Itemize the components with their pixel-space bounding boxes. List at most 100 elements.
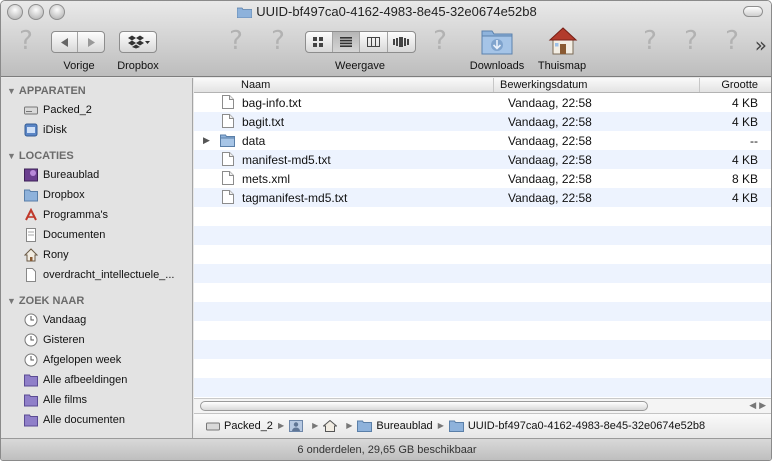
- path-item-desktop[interactable]: Bureaublad: [357, 419, 433, 432]
- file-row[interactable]: bag-info.txt Vandaag, 22:58 4 KB: [194, 93, 771, 112]
- file-row[interactable]: manifest-md5.txt Vandaag, 22:58 4 KB: [194, 150, 771, 169]
- forward-button[interactable]: [78, 32, 104, 52]
- toolbar: UUID-bf497ca0-4162-4983-8e45-32e0674e52b…: [1, 1, 771, 77]
- empty-row: [194, 340, 771, 359]
- downloads-folder-icon: [481, 30, 513, 55]
- dropbox-button[interactable]: [119, 31, 157, 53]
- text-file-icon: [222, 152, 234, 166]
- sidebar-item-all-documents[interactable]: Alle documenten: [1, 410, 192, 430]
- missing-item-icon[interactable]: ?: [225, 27, 247, 55]
- home-label: Thuismap: [537, 60, 587, 72]
- folder-row[interactable]: ▶ data Vandaag, 22:58 --: [194, 131, 771, 150]
- column-view-icon: [366, 37, 380, 47]
- file-date: Vandaag, 22:58: [508, 171, 592, 186]
- missing-item-icon[interactable]: ?: [15, 27, 37, 55]
- missing-item-icon[interactable]: ?: [721, 27, 743, 55]
- toolbar-overflow-button[interactable]: »: [755, 33, 767, 57]
- file-name: mets.xml: [242, 171, 290, 186]
- horizontal-scrollbar[interactable]: ◀ ▶: [194, 398, 771, 413]
- empty-row: [194, 378, 771, 397]
- sidebar-section-places[interactable]: ▼ LOCATIES: [1, 147, 192, 165]
- clock-icon: [24, 313, 38, 327]
- sidebar-item-label: iDisk: [43, 124, 67, 136]
- file-date: Vandaag, 22:58: [508, 114, 592, 129]
- back-button[interactable]: [52, 32, 79, 52]
- sidebar-item-dropbox[interactable]: Dropbox: [1, 185, 192, 205]
- folder-icon: [448, 420, 464, 432]
- disclosure-triangle-icon[interactable]: ▶: [203, 135, 210, 146]
- column-header-date[interactable]: Bewerkingsdatum: [494, 78, 700, 92]
- sidebar-item-label: Packed_2: [43, 104, 92, 116]
- smart-folder-icon: [24, 374, 38, 387]
- column-header-name[interactable]: Naam: [194, 78, 494, 92]
- path-separator-icon: ▶: [346, 421, 353, 430]
- file-row[interactable]: tagmanifest-md5.txt Vandaag, 22:58 4 KB: [194, 188, 771, 207]
- sidebar-item-desktop[interactable]: Bureaublad: [1, 165, 192, 185]
- list-view-icon: [339, 37, 352, 47]
- path-item-user[interactable]: [289, 419, 307, 432]
- path-item-label: Packed_2: [224, 419, 273, 432]
- column-header-size[interactable]: Grootte: [700, 78, 771, 92]
- sidebar-item-applications[interactable]: Programma's: [1, 205, 192, 225]
- clock-icon: [24, 353, 38, 367]
- scroll-arrows[interactable]: ◀ ▶: [749, 399, 766, 413]
- sidebar-item-documents[interactable]: Documenten: [1, 225, 192, 245]
- list-view-button[interactable]: [332, 32, 361, 52]
- empty-row: [194, 245, 771, 264]
- sidebar-item-label: Vandaag: [43, 314, 87, 326]
- file-row[interactable]: mets.xml Vandaag, 22:58 8 KB: [194, 169, 771, 188]
- sidebar-item-packed-2[interactable]: Packed_2: [1, 100, 192, 120]
- user-icon: [289, 419, 304, 432]
- smart-folder-icon: [24, 394, 38, 407]
- column-view-button[interactable]: [360, 32, 388, 52]
- path-item-home[interactable]: [323, 419, 341, 432]
- status-text: 6 onderdelen, 29,65 GB beschikbaar: [297, 444, 477, 456]
- path-item-current-folder[interactable]: UUID-bf497ca0-4162-4983-8e45-32e0674e52b…: [448, 420, 705, 432]
- desktop-icon: [24, 168, 38, 182]
- xml-file-icon: [222, 171, 234, 185]
- smart-folder-icon: [24, 414, 38, 427]
- sidebar-item-label: Documenten: [43, 229, 106, 241]
- path-separator-icon: ▶: [277, 421, 285, 430]
- chevron-left-icon: [60, 37, 68, 47]
- file-size: 4 KB: [731, 190, 758, 205]
- file-name: data: [242, 133, 266, 148]
- home-icon: [323, 419, 338, 432]
- sidebar-item-all-images[interactable]: Alle afbeeldingen: [1, 370, 192, 390]
- sidebar-item-today[interactable]: Vandaag: [1, 310, 192, 330]
- missing-item-icon[interactable]: ?: [639, 27, 661, 55]
- empty-row: [194, 321, 771, 340]
- sidebar-section-devices[interactable]: ▼ APPARATEN: [1, 82, 192, 100]
- sidebar-item-overdracht[interactable]: overdracht_intellectuele_...: [1, 265, 192, 285]
- sidebar-item-yesterday[interactable]: Gisteren: [1, 330, 192, 350]
- applications-icon: [25, 208, 37, 221]
- icon-view-button[interactable]: [306, 32, 333, 52]
- sidebar-item-rony[interactable]: Rony: [1, 245, 192, 265]
- scrollbar-thumb[interactable]: [200, 401, 648, 411]
- dropbox-icon: [128, 35, 150, 49]
- file-row[interactable]: bagit.txt Vandaag, 22:58 4 KB: [194, 112, 771, 131]
- missing-item-icon[interactable]: ?: [267, 27, 289, 55]
- path-item-label: Bureaublad: [376, 419, 433, 432]
- sidebar-item-label: Dropbox: [43, 189, 85, 201]
- missing-item-icon[interactable]: ?: [680, 27, 702, 55]
- path-bar: Packed_2 ▶ ▶ ▶ Bureaublad ▶ UUID-bf497ca…: [194, 413, 771, 437]
- chevron-right-icon: [88, 37, 95, 47]
- coverflow-view-button[interactable]: [388, 32, 415, 52]
- sidebar-item-idisk[interactable]: iDisk: [1, 120, 192, 140]
- window-title-bar: UUID-bf497ca0-4162-4983-8e45-32e0674e52b…: [1, 4, 771, 19]
- path-item-packed-2[interactable]: Packed_2: [206, 420, 273, 432]
- folder-icon: [357, 420, 373, 432]
- path-separator-icon: ▶: [437, 421, 444, 430]
- sidebar-item-past-week[interactable]: Afgelopen week: [1, 350, 192, 370]
- empty-row: [194, 264, 771, 283]
- missing-item-icon[interactable]: ?: [429, 27, 451, 55]
- home-icon: [24, 248, 38, 262]
- file-name: bag-info.txt: [242, 95, 302, 110]
- home-icon: [548, 27, 578, 55]
- sidebar-item-all-movies[interactable]: Alle films: [1, 390, 192, 410]
- file-date: Vandaag, 22:58: [508, 190, 592, 205]
- sidebar-section-search-for[interactable]: ▼ ZOEK NAAR: [1, 292, 192, 310]
- file-list: Naam Bewerkingsdatum Grootte bag-info.tx…: [194, 78, 771, 398]
- documents-icon: [26, 228, 36, 242]
